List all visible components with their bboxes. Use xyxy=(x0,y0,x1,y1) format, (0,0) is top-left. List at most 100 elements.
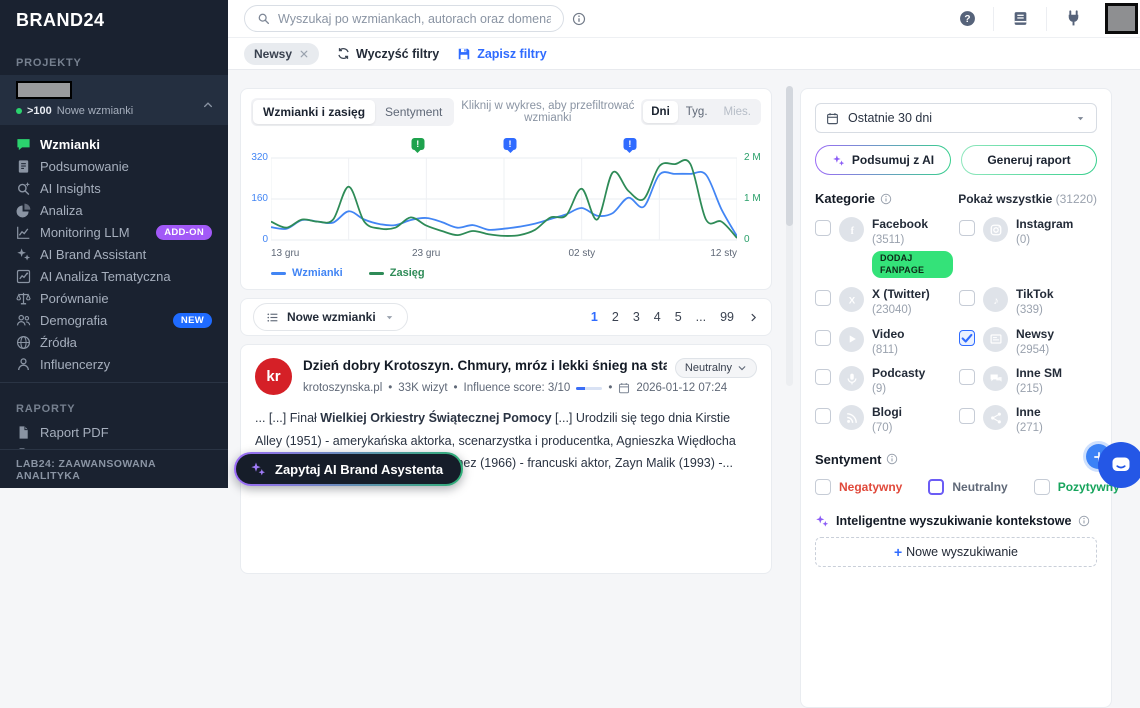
category-checkbox[interactable] xyxy=(959,369,975,385)
user-avatar[interactable] xyxy=(1105,3,1138,34)
chart-annotation-marker[interactable]: ! xyxy=(411,138,424,150)
mentions-reach-chart[interactable]: 016032001 M2 M!!! xyxy=(271,144,737,244)
generate-report-button[interactable]: Generuj raport xyxy=(961,145,1097,175)
category-label: Instagram xyxy=(1016,217,1073,231)
project-selector[interactable]: >100 Nowe wzmianki xyxy=(0,75,228,125)
info-icon[interactable] xyxy=(1078,515,1090,527)
categories-title: Kategorie xyxy=(815,191,892,206)
pagination-page-4[interactable]: 4 xyxy=(654,310,661,324)
show-all-link[interactable]: Pokaż wszystkie (31220) xyxy=(958,192,1097,206)
category-text: X (Twitter)(23040) xyxy=(872,287,930,317)
sidebar-item-ai-brand-assistant[interactable]: AI Brand Assistant xyxy=(0,243,228,265)
mention-title[interactable]: Dzień dobry Krotoszyn. Chmury, mróz i le… xyxy=(303,358,667,373)
tab-mentions-reach[interactable]: Wzmianki i zasięg xyxy=(253,100,375,124)
category-newsy: Newsy(2954) xyxy=(959,327,1097,357)
x-axis-tick: 02 sty xyxy=(568,248,595,259)
sidebar-item-monitoring-llm[interactable]: Monitoring LLMADD-ON xyxy=(0,221,228,243)
search-info-icon[interactable] xyxy=(572,12,586,26)
pagination-page-3[interactable]: 3 xyxy=(633,310,640,324)
news-button[interactable] xyxy=(994,0,1046,37)
save-filters-button[interactable]: Zapisz filtry xyxy=(457,47,546,61)
chat-widget-button[interactable] xyxy=(1098,442,1140,488)
category-text: Video(811) xyxy=(872,327,904,357)
sidebar-item-por-wnanie[interactable]: Porównanie xyxy=(0,287,228,309)
sidebar-item-raport-pdf[interactable]: Raport PDF xyxy=(0,421,228,443)
sentiment-checkbox[interactable] xyxy=(928,479,944,495)
category-checkbox[interactable] xyxy=(959,220,975,236)
help-button[interactable]: ? xyxy=(941,0,993,37)
chart-tabs: Wzmianki i zasięgSentyment xyxy=(251,98,454,126)
ask-ai-assistant-button[interactable]: Zapytaj AI Brand Asystenta xyxy=(234,452,463,486)
legend-dash xyxy=(271,272,286,275)
legend-item-wzmianki[interactable]: Wzmianki xyxy=(271,267,343,279)
sentiment-filters: NegatywnyNeutralnyPozytywny xyxy=(815,479,1097,495)
sidebar-item-influencerzy[interactable]: Influencerzy xyxy=(0,353,228,375)
chart-annotation-marker[interactable]: ! xyxy=(504,138,517,150)
new-search-button[interactable]: + Nowe wyszukiwanie xyxy=(815,537,1097,567)
range-mies[interactable]: Mies. xyxy=(716,101,759,123)
clear-filters-button[interactable]: Wyczyść filtry xyxy=(337,47,439,61)
sentiment-filter-negatywny[interactable]: Negatywny xyxy=(815,479,902,495)
sidebar-item-ai-insights[interactable]: AI Insights xyxy=(0,177,228,199)
category-checkbox[interactable] xyxy=(959,290,975,306)
sparkle-icon xyxy=(832,154,845,167)
integrations-button[interactable] xyxy=(1047,0,1099,37)
close-icon[interactable] xyxy=(299,49,309,59)
sidebar-item-wzmianki[interactable]: Wzmianki xyxy=(0,133,228,155)
pie-icon xyxy=(16,203,31,218)
category-label: Newsy xyxy=(1016,327,1054,341)
sidebar-item-podsumowanie[interactable]: Podsumowanie xyxy=(0,155,228,177)
date-range-dropdown[interactable]: Ostatnie 30 dni xyxy=(815,103,1097,133)
plus-glyph: + xyxy=(894,544,902,560)
global-search[interactable] xyxy=(244,5,564,32)
pagination-next-icon[interactable] xyxy=(748,312,759,323)
category-checkbox[interactable] xyxy=(815,290,831,306)
category-count: (215) xyxy=(1016,383,1043,395)
pagination-page-5[interactable]: 5 xyxy=(675,310,682,324)
legend-item-zasięg[interactable]: Zasięg xyxy=(369,267,425,279)
ig-icon xyxy=(983,217,1008,242)
mention-source[interactable]: krotoszynska.pl xyxy=(303,382,382,394)
info-icon[interactable] xyxy=(880,193,892,205)
sidebar-item-analiza[interactable]: Analiza xyxy=(0,199,228,221)
sentiment-badge-dropdown[interactable]: Neutralny xyxy=(675,358,757,378)
influence-score: Influence score: 3/10 xyxy=(464,382,571,394)
y-axis-left-tick: 160 xyxy=(242,193,268,204)
pagination-page-1[interactable]: 1 xyxy=(591,310,598,324)
filter-chip-newsy[interactable]: Newsy xyxy=(244,43,319,65)
summarize-ai-button[interactable]: Podsumuj z AI xyxy=(815,145,951,175)
sentiment-title-text: Sentyment xyxy=(815,452,881,467)
list-icon xyxy=(266,311,279,324)
sidebar-item--r-d-a[interactable]: Źródła xyxy=(0,331,228,353)
chart-annotation-marker[interactable]: ! xyxy=(623,138,636,150)
news-icon xyxy=(983,327,1008,352)
sentiment-checkbox[interactable] xyxy=(1034,479,1050,495)
scrollbar[interactable] xyxy=(786,86,793,386)
category-checkbox[interactable] xyxy=(815,330,831,346)
reports-section-label: RAPORTY xyxy=(0,389,228,421)
category-checkbox[interactable] xyxy=(959,408,975,424)
category-checkbox[interactable] xyxy=(815,408,831,424)
new-search-label: Nowe wyszukiwanie xyxy=(906,545,1018,559)
sentiment-checkbox[interactable] xyxy=(815,479,831,495)
sidebar-item-demografia[interactable]: DemografiaNEW xyxy=(0,309,228,331)
search-input[interactable] xyxy=(278,12,551,26)
lab24-footer[interactable]: LAB24: ZAAWANSOWANA ANALITYKA xyxy=(0,449,228,488)
range-dni[interactable]: Dni xyxy=(643,101,678,123)
add-fanpage-badge[interactable]: DODAJ FANPAGE xyxy=(872,251,953,279)
sidebar-item-ai-analiza-tematyczna[interactable]: AI Analiza Tematyczna xyxy=(0,265,228,287)
category-checkbox[interactable] xyxy=(959,330,975,346)
badge-new: NEW xyxy=(173,313,212,328)
pagination-page-99[interactable]: 99 xyxy=(720,310,734,324)
range-tyg[interactable]: Tyg. xyxy=(678,101,716,123)
chevron-up-icon[interactable] xyxy=(202,99,214,111)
pagination-page-2[interactable]: 2 xyxy=(612,310,619,324)
category-checkbox[interactable] xyxy=(815,369,831,385)
category-text: TikTok(339) xyxy=(1016,287,1054,317)
globe-icon xyxy=(16,335,31,350)
tab-sentiment[interactable]: Sentyment xyxy=(375,100,452,124)
sentiment-filter-neutralny[interactable]: Neutralny xyxy=(928,479,1007,495)
sort-dropdown[interactable]: Nowe wzmianki xyxy=(253,303,408,331)
category-checkbox[interactable] xyxy=(815,220,831,236)
info-icon[interactable] xyxy=(886,453,898,465)
